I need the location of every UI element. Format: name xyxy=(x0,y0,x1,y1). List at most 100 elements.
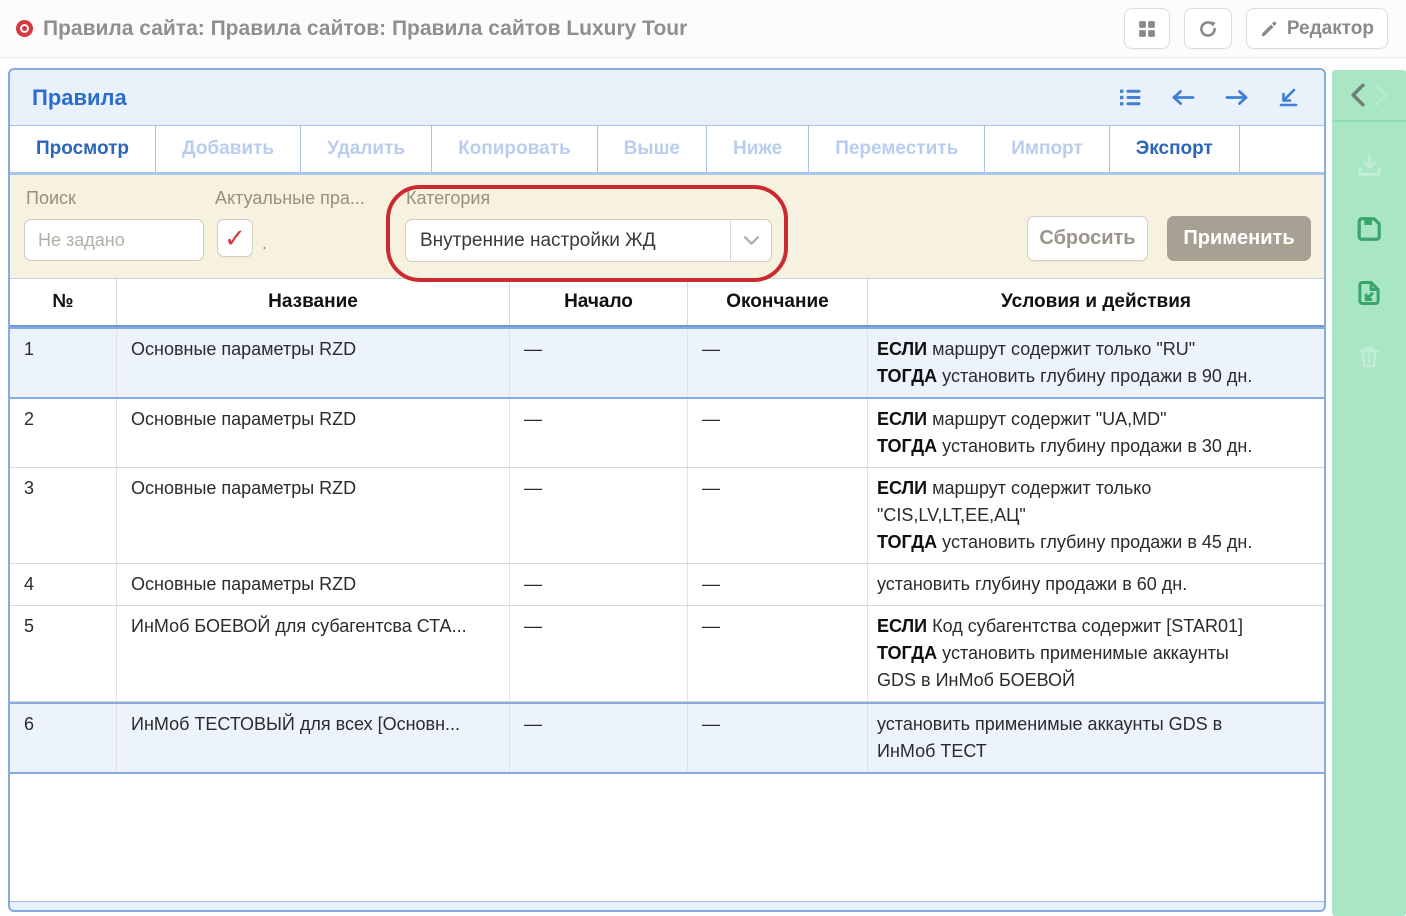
check-icon: ✓ xyxy=(224,225,246,251)
condition-line: ИнМоб ТЕСТ xyxy=(877,738,1318,765)
condition-line: ЕСЛИ Код субагентства содержит [STAR01] xyxy=(877,613,1318,640)
apply-button[interactable]: Применить xyxy=(1167,216,1311,261)
cell-start: — xyxy=(510,399,688,467)
collapse-corner-icon[interactable] xyxy=(1279,88,1298,107)
cell-start: — xyxy=(510,704,688,772)
cell-conditions: ЕСЛИ маршрут содержит только"CIS,LV,LT,E… xyxy=(868,468,1324,563)
cell-name: Основные параметры RZD xyxy=(117,468,510,563)
cell-end: — xyxy=(688,606,868,701)
cell-name: ИнМоб БОЕВОЙ для субагентсва СТА... xyxy=(117,606,510,701)
filter-bar: Поиск Актуальные пра... ✓ . Категория Вн… xyxy=(10,175,1324,279)
cell-end: — xyxy=(688,468,868,563)
table-row[interactable]: 5ИнМоб БОЕВОЙ для субагентсва СТА...——ЕС… xyxy=(10,606,1324,702)
search-input[interactable] xyxy=(24,219,204,261)
cell-end: — xyxy=(688,329,868,397)
cell-end: — xyxy=(688,704,868,772)
chevron-right-icon[interactable] xyxy=(1369,80,1393,110)
cell-start: — xyxy=(510,329,688,397)
cell-start: — xyxy=(510,564,688,605)
column-header-conditions[interactable]: Условия и действия xyxy=(868,279,1324,325)
panel-title: Правила xyxy=(32,85,1120,111)
reset-button[interactable]: Сбросить xyxy=(1027,216,1148,261)
editor-button-label: Редактор xyxy=(1287,18,1374,40)
condition-line: установить глубину продажи в 60 дн. xyxy=(877,571,1318,598)
condition-line: ЕСЛИ маршрут содержит только xyxy=(877,475,1318,502)
tab-import[interactable]: Импорт xyxy=(985,126,1109,172)
cell-end: — xyxy=(688,564,868,605)
breadcrumb: Правила сайта: Правила сайтов: Правила с… xyxy=(0,17,1124,41)
table-row[interactable]: 6ИнМоб ТЕСТОВЫЙ для всех [Основн...——уст… xyxy=(10,702,1324,774)
actual-rules-checkbox[interactable]: ✓ xyxy=(217,219,253,257)
header-buttons: Редактор xyxy=(1124,8,1406,49)
table-header: № Название Начало Окончание Условия и де… xyxy=(10,279,1324,327)
column-header-number[interactable]: № xyxy=(10,279,117,325)
pencil-icon xyxy=(1260,20,1278,38)
save-icon[interactable] xyxy=(1354,214,1384,244)
cell-start: — xyxy=(510,468,688,563)
tab-vyshe[interactable]: Выше xyxy=(598,126,707,172)
list-menu-icon[interactable] xyxy=(1120,89,1141,106)
top-header: Правила сайта: Правила сайтов: Правила с… xyxy=(0,0,1406,58)
refresh-icon xyxy=(1198,19,1218,39)
column-header-name[interactable]: Название xyxy=(117,279,510,325)
category-dropdown[interactable]: Внутренние настройки ЖД xyxy=(405,219,772,262)
screen: Правила сайта: Правила сайтов: Правила с… xyxy=(0,0,1406,916)
condition-line: ЕСЛИ маршрут содержит "UA,MD" xyxy=(877,406,1318,433)
tab-prosmotr[interactable]: Просмотр xyxy=(10,126,156,172)
cell-number: 6 xyxy=(10,704,117,772)
cell-conditions: установить применимые аккаунты GDS вИнМо… xyxy=(868,704,1324,772)
condition-line: ТОГДА установить глубину продажи в 30 дн… xyxy=(877,433,1318,460)
table-row[interactable]: 2Основные параметры RZD——ЕСЛИ маршрут со… xyxy=(10,399,1324,468)
tab-udalit[interactable]: Удалить xyxy=(301,126,432,172)
editor-button[interactable]: Редактор xyxy=(1246,8,1388,49)
cell-number: 2 xyxy=(10,399,117,467)
grid-icon xyxy=(1138,20,1156,38)
tab-bar: ПросмотрДобавитьУдалитьКопироватьВышеНиж… xyxy=(10,126,1324,175)
chevron-down-icon xyxy=(744,236,759,245)
condition-line: ТОГДА установить применимые аккаунты xyxy=(877,640,1318,667)
tab-dobavit[interactable]: Добавить xyxy=(156,126,301,172)
category-value: Внутренние настройки ЖД xyxy=(406,220,730,261)
arrow-right-icon[interactable] xyxy=(1225,89,1249,106)
cell-number: 4 xyxy=(10,564,117,605)
tab-eksport[interactable]: Экспорт xyxy=(1110,126,1240,172)
sidebar-actions xyxy=(1332,122,1406,372)
actual-rules-label: Актуальные пра... xyxy=(215,188,400,209)
download-icon[interactable] xyxy=(1354,150,1384,180)
grid-view-button[interactable] xyxy=(1124,8,1170,49)
condition-line: "CIS,LV,LT,EE,АЦ" xyxy=(877,502,1318,529)
category-label: Категория xyxy=(406,188,490,209)
right-sidebar xyxy=(1332,70,1406,916)
category-dropdown-toggle[interactable] xyxy=(730,220,771,261)
cell-conditions: установить глубину продажи в 60 дн. xyxy=(868,564,1324,605)
sidebar-nav xyxy=(1332,70,1406,122)
tab-kopirovat[interactable]: Копировать xyxy=(432,126,598,172)
tab-peremestit[interactable]: Переместить xyxy=(809,126,985,172)
cell-conditions: ЕСЛИ маршрут содержит только "RU"ТОГДА у… xyxy=(868,329,1324,397)
cell-name: Основные параметры RZD xyxy=(117,329,510,397)
chevron-left-icon[interactable] xyxy=(1345,80,1369,110)
cell-number: 5 xyxy=(10,606,117,701)
trash-icon[interactable] xyxy=(1354,342,1384,372)
arrow-left-icon[interactable] xyxy=(1171,89,1195,106)
actual-suffix: . xyxy=(262,233,267,254)
cell-number: 1 xyxy=(10,329,117,397)
column-header-end[interactable]: Окончание xyxy=(688,279,868,325)
table-row[interactable]: 3Основные параметры RZD——ЕСЛИ маршрут со… xyxy=(10,468,1324,564)
cell-conditions: ЕСЛИ Код субагентства содержит [STAR01]Т… xyxy=(868,606,1324,701)
cell-conditions: ЕСЛИ маршрут содержит "UA,MD"ТОГДА устан… xyxy=(868,399,1324,467)
refresh-button[interactable] xyxy=(1184,8,1232,49)
panel-header: Правила xyxy=(10,70,1324,126)
column-header-start[interactable]: Начало xyxy=(510,279,688,325)
condition-line: ТОГДА установить глубину продажи в 90 дн… xyxy=(877,363,1318,390)
table-row[interactable]: 1Основные параметры RZD——ЕСЛИ маршрут со… xyxy=(10,327,1324,399)
page-title: Правила сайта: Правила сайтов: Правила с… xyxy=(43,17,687,41)
tab-nizhe[interactable]: Ниже xyxy=(707,126,809,172)
rules-panel: Правила ПросмотрДобавитьУдалитьКопироват… xyxy=(8,68,1326,912)
panel-header-icons xyxy=(1120,88,1302,107)
export-file-icon[interactable] xyxy=(1354,278,1384,308)
cell-start: — xyxy=(510,606,688,701)
table-row[interactable]: 4Основные параметры RZD——установить глуб… xyxy=(10,564,1324,606)
table-body: 1Основные параметры RZD——ЕСЛИ маршрут со… xyxy=(10,327,1324,902)
search-label: Поиск xyxy=(26,188,76,209)
